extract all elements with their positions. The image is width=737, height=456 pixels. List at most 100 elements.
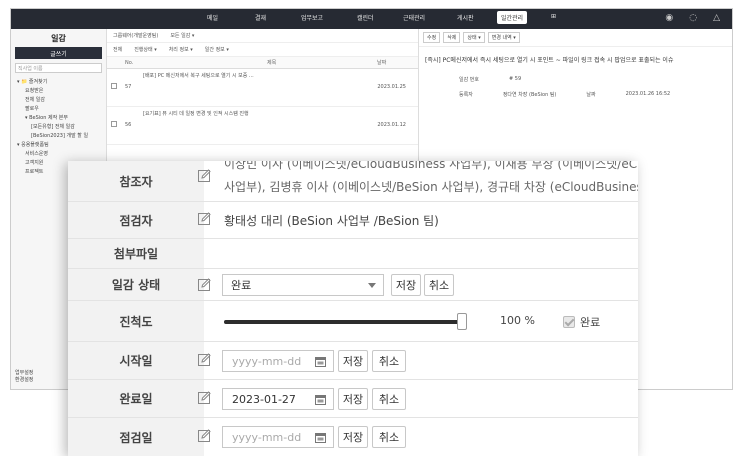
check-date-cancel-button[interactable]: 취소 [372, 426, 406, 448]
referrer-row: 참조자 이상민 이사 (이베이스넷/eCloudBusiness 사업부), 이… [68, 161, 638, 202]
write-button[interactable]: 글쓰기 [15, 47, 102, 59]
end-date-save-button[interactable]: 저장 [338, 388, 368, 410]
table-row[interactable]: 56 [요기표] 뷰 시티 데 일정 변경 및 인적 시스템 진행 2023.0… [107, 107, 418, 145]
row-number: 57 [125, 84, 132, 90]
sidebar-title: 일감 [51, 34, 66, 43]
edit-icon[interactable] [198, 169, 211, 182]
nav-attendance[interactable]: 근태관리 [403, 13, 425, 22]
nav-task-management[interactable]: 일간관리 [497, 11, 528, 24]
row-checkbox[interactable] [111, 121, 117, 127]
delete-button[interactable]: 삭제 [443, 32, 461, 43]
sidebar-search-input[interactable]: 직사업 이름 [15, 63, 102, 73]
sidebar-item-follow[interactable]: 팔로우 [11, 104, 106, 113]
meta-label: 날짜 [586, 92, 596, 98]
table-row[interactable]: 57 [배포] PC 메신저에서 복구 세팅으로 열기 시 보증 ... 202… [107, 69, 418, 107]
filter-task-info[interactable]: 일간 정보 ▾ [205, 46, 229, 53]
progress-slider[interactable] [224, 313, 467, 330]
calendar-icon[interactable] [315, 356, 326, 367]
task-scope-dropdown[interactable]: 모든 일감 ▾ [170, 32, 194, 39]
chevron-down-icon [368, 283, 376, 288]
done-checkbox[interactable] [563, 316, 575, 328]
progress-percent: 100 % [500, 314, 535, 327]
end-date-input[interactable]: 2023-01-27 [222, 388, 334, 410]
user-icon[interactable]: ◉ [665, 13, 673, 23]
nav-board[interactable]: 게시판 [457, 13, 474, 22]
nav-mail[interactable]: 메일 [207, 13, 218, 22]
sidebar-item-besion-2023[interactable]: [BeSion2023] 개발 할 일 [11, 131, 106, 140]
history-dropdown[interactable]: 변경 내역 ▾ [487, 32, 520, 43]
sidebar-link-preferences[interactable]: 환경설정 [15, 376, 33, 383]
row-checkbox[interactable] [111, 83, 117, 89]
nav-calendar[interactable]: 캘린더 [357, 13, 374, 22]
detail-toolbar: 수정 삭제 상태 ▾ 변경 내역 ▾ [419, 29, 732, 47]
end-date-value: 2023-01-27 [232, 392, 296, 406]
status-select[interactable]: 완료 [222, 274, 384, 296]
start-date-row: 시작일 yyyy-mm-dd 저장 취소 [68, 342, 638, 380]
group-name: 그룹웨어(개발운영팀) [113, 33, 159, 39]
edit-icon[interactable] [198, 429, 211, 442]
sidebar-item-besion-all[interactable]: [모든유형] 전체 일감 [11, 122, 106, 131]
start-date-cancel-button[interactable]: 취소 [372, 350, 406, 372]
progress-slider-handle[interactable] [457, 313, 467, 330]
status-row: 일감 상태 완료 저장 취소 [68, 269, 638, 301]
filter-process[interactable]: 처리 정보 ▾ [169, 46, 193, 53]
edit-icon[interactable] [198, 212, 211, 225]
inspector-value: 황태성 대리 (BeSion 사업부 /BeSion 팀) [224, 214, 439, 228]
row-title[interactable]: [요기표] 뷰 시티 데 일정 변경 및 인적 시스템 진행 [143, 111, 249, 117]
meta-value: # 59 [509, 76, 522, 82]
progress-row: 진척도 100 % 완료 [68, 301, 638, 342]
end-date-label: 완료일 [68, 380, 204, 417]
column-title[interactable]: 제목 [267, 59, 276, 66]
status-label: 일감 상태 [68, 269, 204, 300]
inspector-label: 점검자 [68, 202, 204, 238]
referrer-line-2: 사업부), 김병휴 이사 (이베이스넷/BeSion 사업부), 경규태 차장 … [224, 180, 638, 194]
start-date-save-button[interactable]: 저장 [338, 350, 368, 372]
sidebar-item-service[interactable]: 서비스운영 [11, 149, 106, 158]
row-date: 2023.01.25 [377, 84, 406, 90]
status-selected-value: 완료 [231, 279, 252, 292]
progress-label: 진척도 [68, 301, 204, 341]
sidebar-item-platform-team[interactable]: ▾ 응용플랫폼팀 [11, 140, 106, 149]
sidebar-item-all-tasks[interactable]: 전체 일감 [11, 95, 106, 104]
apps-grid-icon[interactable]: ⊞ [551, 13, 556, 20]
sidebar-bottom-links: 업무설정 환경설정 [15, 369, 33, 383]
sidebar-item-besion-group[interactable]: ▾ BeSion 제작 본부 [11, 113, 106, 122]
attachment-label: 첨부파일 [68, 239, 204, 268]
referrer-line-1: 이상민 이사 (이베이스넷/eCloudBusiness 사업부), 이재용 부… [224, 161, 638, 171]
list-header: No. 제목 날짜 [107, 57, 418, 69]
meta-value: 정다연 차장 (BeSion 팀) [502, 92, 557, 98]
detail-title: [즉시] PC메신저에서 즉시 세팅으로 열기 시 포인트 ~ 파일이 링크 접… [425, 57, 674, 64]
sidebar-link-task-settings[interactable]: 업무설정 [15, 369, 33, 376]
row-number: 56 [125, 122, 132, 128]
check-date-save-button[interactable]: 저장 [338, 426, 368, 448]
sidebar-item-requested[interactable]: 요청받은 [11, 86, 106, 95]
calendar-icon[interactable] [315, 394, 326, 405]
status-cancel-button[interactable]: 취소 [424, 274, 454, 296]
detail-meta-number: 일감 번호 # 59 [419, 72, 732, 87]
status-dropdown[interactable]: 상태 ▾ [463, 32, 485, 43]
calendar-icon[interactable] [315, 432, 326, 443]
meta-label: 등록자 [459, 92, 473, 98]
nav-approval[interactable]: 결재 [255, 13, 266, 22]
bell-icon[interactable]: △ [713, 13, 720, 23]
row-title[interactable]: [배포] PC 메신저에서 복구 세팅으로 열기 시 보증 ... [143, 73, 254, 79]
inspector-row: 점검자 황태성 대리 (BeSion 사업부 /BeSion 팀) [68, 202, 638, 239]
task-detail-form-popup: 참조자 이상민 이사 (이베이스넷/eCloudBusiness 사업부), 이… [68, 161, 638, 456]
message-icon[interactable]: ◌ [689, 13, 697, 23]
filter-status[interactable]: 진행상태 ▾ [134, 46, 157, 53]
filter-all[interactable]: 전체 [113, 46, 122, 53]
column-no[interactable]: No. [125, 60, 133, 66]
edit-button[interactable]: 수정 [423, 32, 441, 43]
check-date-input[interactable]: yyyy-mm-dd [222, 426, 334, 448]
status-save-button[interactable]: 저장 [391, 274, 421, 296]
end-date-cancel-button[interactable]: 취소 [372, 388, 406, 410]
top-navigation-bar: 메일 결재 업무보고 캘린더 근태관리 게시판 일간관리 ⊞ ◉ ◌ △ [11, 9, 732, 29]
edit-icon[interactable] [198, 278, 211, 291]
edit-icon[interactable] [198, 353, 211, 366]
column-date[interactable]: 날짜 [377, 59, 386, 66]
sidebar-item-favorites[interactable]: ▾ 📁 즐겨찾기 [11, 77, 106, 86]
meta-value: 2023.01.26 16:52 [625, 91, 671, 97]
nav-report[interactable]: 업무보고 [301, 13, 323, 22]
start-date-input[interactable]: yyyy-mm-dd [222, 350, 334, 372]
edit-icon[interactable] [198, 391, 211, 404]
